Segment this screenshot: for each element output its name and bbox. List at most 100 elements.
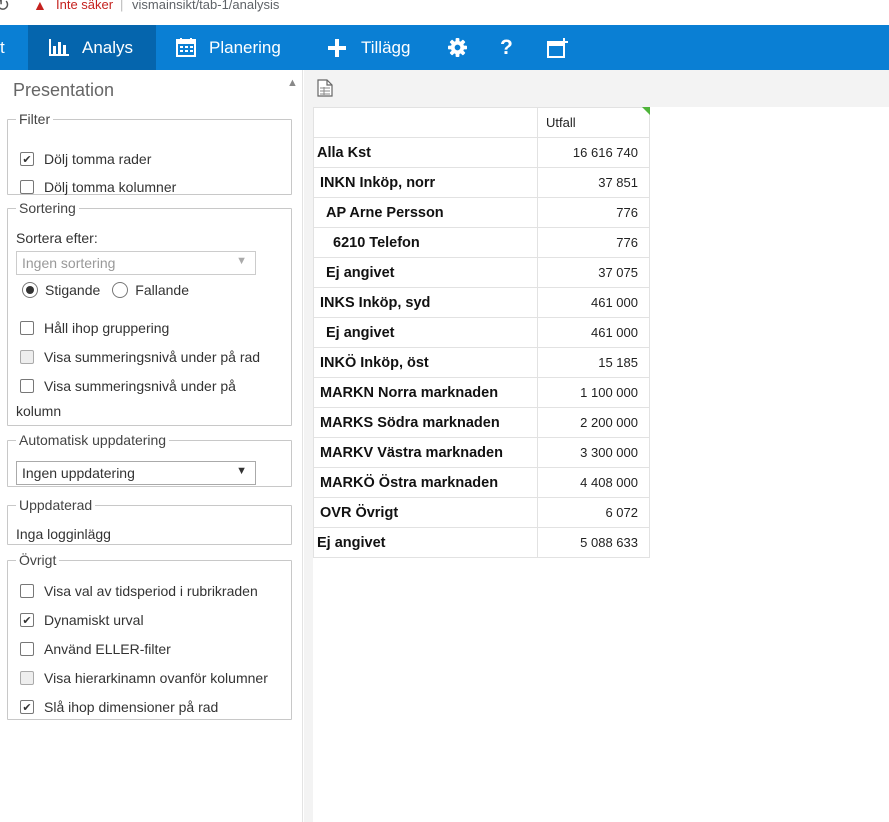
url-text[interactable]: vismainsikt/tab-1/analysis [132,0,279,12]
warning-icon[interactable]: ▲ [33,0,47,13]
gear-icon [448,38,467,57]
row-label[interactable]: AP Arne Persson [313,197,538,228]
table-row[interactable]: INKS Inköp, syd 461 000 [313,287,650,318]
other-group: Övrigt Visa val av tidsperiod i rubrikra… [7,552,292,720]
other-legend: Övrigt [19,552,57,568]
table-row[interactable]: Alla Kst 16 616 740 [313,137,650,168]
table-row[interactable]: Ej angivet 461 000 [313,317,650,348]
table-row[interactable]: MARKS Södra marknaden 2 200 000 [313,407,650,438]
sum-level-row-option[interactable]: Visa summeringsnivå under på rad [20,349,260,365]
row-value: 1 100 000 [537,377,650,408]
plus-icon [328,38,346,57]
row-value: 37 851 [537,167,650,198]
sort-by-select[interactable]: Ingen sortering ▼ [16,251,256,275]
sort-descending-label: Fallande [135,282,189,298]
row-label[interactable]: Ej angivet [313,257,538,288]
merge-dimensions-option[interactable]: ✔ Slå ihop dimensioner på rad [20,699,218,715]
hide-empty-columns-label: Dölj tomma kolumner [44,179,177,195]
show-time-period-checkbox[interactable] [20,584,34,598]
table-row[interactable]: MARKÖ Östra marknaden 4 408 000 [313,467,650,498]
browser-address-bar: ↻ ▲ Inte säker | vismainsikt/tab-1/analy… [0,0,889,22]
row-label[interactable]: INKN Inköp, norr [313,167,538,198]
show-time-period-option[interactable]: Visa val av tidsperiod i rubrikraden [20,583,258,599]
main-navbar: t Analys Planering Tillägg ? [0,25,889,70]
corner-marker-icon [642,107,650,115]
row-label[interactable]: INKS Inköp, syd [313,287,538,318]
bar-chart-icon [49,39,69,56]
sort-by-label: Sortera efter: [16,230,98,246]
sum-level-column-option[interactable]: Visa summeringsnivå under på [20,378,236,394]
merge-dimensions-label: Slå ihop dimensioner på rad [44,699,219,715]
sort-ascending-radio[interactable] [22,282,38,298]
sum-level-column-checkbox[interactable] [20,379,34,393]
row-value: 4 408 000 [537,467,650,498]
nav-item-cut-off-label: t [0,37,5,57]
nav-tab-tillagg-label: Tillägg [361,37,411,57]
or-filter-checkbox[interactable] [20,642,34,656]
keep-grouping-option[interactable]: Håll ihop gruppering [20,320,169,336]
row-label[interactable]: INKÖ Inköp, öst [313,347,538,378]
presentation-sidebar: Presentation ▲ Filter ✔ Dölj tomma rader… [0,70,303,822]
keep-grouping-label: Håll ihop gruppering [44,320,170,336]
table-row[interactable]: Ej angivet 37 075 [313,257,650,288]
nav-item-cut-off[interactable]: t [0,25,8,70]
dynamic-selection-checkbox[interactable]: ✔ [20,613,34,627]
sort-ascending-label: Stigande [45,282,101,298]
hide-empty-rows-checkbox[interactable]: ✔ [20,152,34,166]
pivot-table-area: Utfall Alla Kst 16 616 740 INKN Inköp, nor… [313,107,889,822]
row-label[interactable]: MARKÖ Östra marknaden [313,467,538,498]
row-label[interactable]: Ej angivet [313,527,538,558]
nav-tab-analys-label: Analys [82,37,134,57]
hide-empty-columns-checkbox[interactable] [20,180,34,194]
hide-empty-columns-option[interactable]: Dölj tomma kolumner [20,179,176,195]
table-row[interactable]: MARKV Västra marknaden 3 300 000 [313,437,650,468]
row-label[interactable]: Ej angivet [313,317,538,348]
row-label[interactable]: OVR Övrigt [313,497,538,528]
table-row[interactable]: INKN Inköp, norr 37 851 [313,167,650,198]
column-header-utfall[interactable]: Utfall [537,107,650,138]
nav-tab-tillagg[interactable]: Tillägg [328,25,410,70]
sort-by-value: Ingen sortering [22,255,116,271]
pin-icon[interactable]: ▲ [287,77,298,89]
row-label[interactable]: MARKS Södra marknaden [313,407,538,438]
row-label[interactable]: 6210 Telefon [313,227,538,258]
export-sheet-icon[interactable] [317,79,333,102]
hierarchy-names-label: Visa hierarkinamn ovanför kolumner [44,670,268,686]
sum-level-column-label: Visa summeringsnivå under på [44,378,236,394]
table-row[interactable]: AP Arne Persson 776 [313,197,650,228]
table-row[interactable]: MARKN Norra marknaden 1 100 000 [313,377,650,408]
keep-grouping-checkbox[interactable] [20,321,34,335]
nav-tab-planering[interactable]: Planering [176,25,281,70]
table-row[interactable]: OVR Övrigt 6 072 [313,497,650,528]
dynamic-selection-option[interactable]: ✔ Dynamiskt urval [20,612,144,628]
merge-dimensions-checkbox[interactable]: ✔ [20,700,34,714]
hierarchy-names-checkbox[interactable] [20,671,34,685]
or-filter-option[interactable]: Använd ELLER-filter [20,641,171,657]
table-row[interactable]: 6210 Telefon 776 [313,227,650,258]
table-row[interactable]: Ej angivet 5 088 633 [313,527,650,558]
sum-level-row-checkbox[interactable] [20,350,34,364]
hierarchy-names-option[interactable]: Visa hierarkinamn ovanför kolumner [20,670,268,686]
row-label[interactable]: MARKV Västra marknaden [313,437,538,468]
hide-empty-rows-label: Dölj tomma rader [44,151,152,167]
nav-tab-analys[interactable]: Analys [28,25,156,70]
security-status[interactable]: Inte säker [56,0,113,12]
row-value: 16 616 740 [537,137,650,168]
auto-update-select[interactable]: Ingen uppdatering ▼ [16,461,256,485]
updated-legend: Uppdaterad [19,497,93,513]
settings-button[interactable] [448,25,467,70]
column-header-utfall-label: Utfall [546,115,576,130]
help-button[interactable]: ? [500,25,513,70]
updated-text: Inga logginlägg [16,526,111,542]
updated-group: Uppdaterad Inga logginlägg [7,497,292,545]
table-row[interactable]: INKÖ Inköp, öst 15 185 [313,347,650,378]
row-label[interactable]: MARKN Norra marknaden [313,377,538,408]
sort-ascending-option[interactable]: Stigande Fallande [22,282,189,298]
hide-empty-rows-option[interactable]: ✔ Dölj tomma rader [20,151,151,167]
row-label[interactable]: Alla Kst [313,137,538,168]
show-time-period-label: Visa val av tidsperiod i rubrikraden [44,583,258,599]
sort-descending-radio[interactable] [112,282,129,298]
row-value: 5 088 633 [537,527,650,558]
new-window-button[interactable] [547,25,569,70]
reload-icon[interactable]: ↻ [0,0,10,16]
